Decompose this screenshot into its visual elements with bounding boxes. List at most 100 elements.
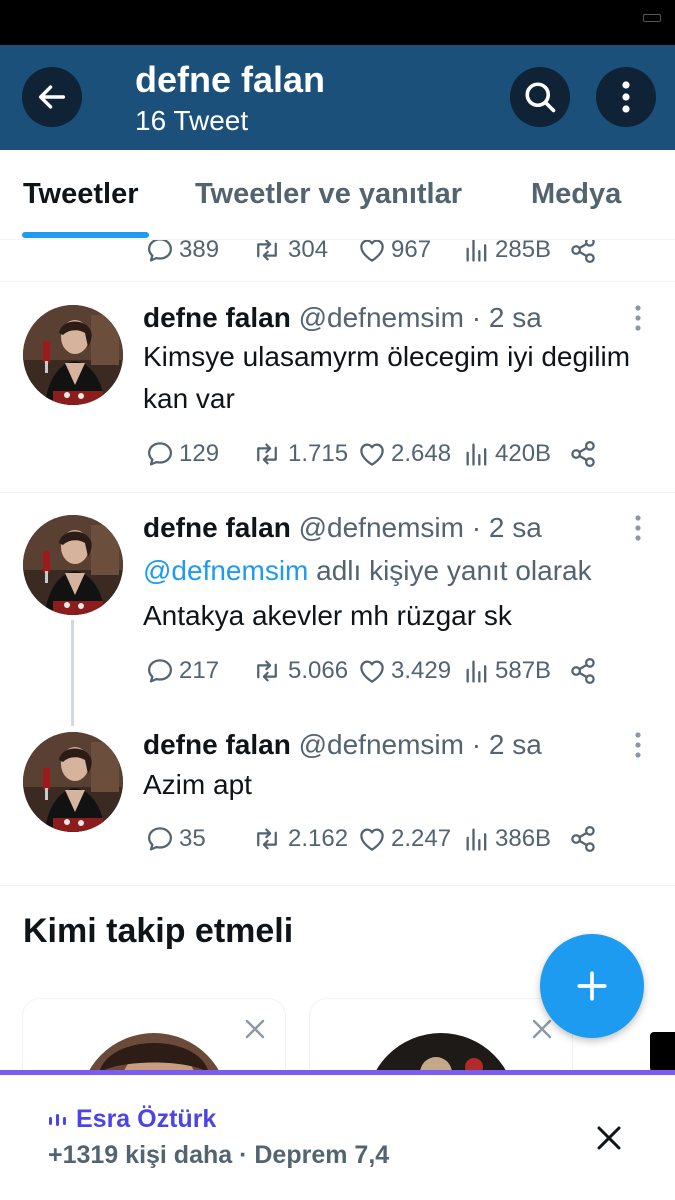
comment-icon xyxy=(145,439,175,469)
comment-icon xyxy=(145,824,175,854)
back-button[interactable] xyxy=(22,67,82,127)
retweet-count: 1.715 xyxy=(288,440,349,467)
more-vertical-icon[interactable] xyxy=(628,730,648,760)
comment-icon xyxy=(145,240,175,265)
next-card-edge xyxy=(650,1032,675,1072)
divider xyxy=(0,492,675,493)
more-vertical-icon[interactable] xyxy=(628,513,648,543)
close-icon[interactable] xyxy=(530,1017,554,1041)
like-count: 967 xyxy=(391,240,432,263)
view-count: 285B xyxy=(495,240,552,263)
profile-name: defne falan xyxy=(135,59,326,100)
avatar[interactable] xyxy=(23,305,123,405)
status-bar xyxy=(0,0,675,45)
close-icon[interactable] xyxy=(243,1017,267,1041)
author-name[interactable]: defne falan xyxy=(143,512,291,543)
tweet-header: defne falan @defnemsim · 2 sa xyxy=(143,512,542,544)
tweet-time: · 2 sa xyxy=(471,512,542,543)
share-button[interactable] xyxy=(568,819,598,859)
tweet-actions: 35 2.162 2.247 386B xyxy=(145,819,615,859)
retweet-button[interactable]: 304 xyxy=(250,240,328,270)
arrow-left-icon xyxy=(38,85,66,109)
avatar[interactable] xyxy=(23,515,123,615)
retweet-icon xyxy=(250,824,284,854)
tweet-time: · 2 sa xyxy=(471,302,542,333)
retweet-button[interactable]: 1.715 xyxy=(250,434,348,474)
plus-icon xyxy=(577,971,607,1001)
audio-bars-icon xyxy=(49,1113,66,1126)
views-button[interactable]: 386B xyxy=(463,819,551,859)
author-name[interactable]: defne falan xyxy=(143,302,291,333)
close-icon[interactable] xyxy=(594,1123,624,1153)
heart-icon xyxy=(357,439,387,469)
battery-icon xyxy=(643,14,661,22)
tweet-text: Azim apt xyxy=(143,769,252,800)
reply-button[interactable]: 217 xyxy=(145,651,219,691)
views-button[interactable]: 587B xyxy=(463,651,551,691)
section-title: Kimi takip etmeli xyxy=(23,912,294,950)
profile-tabs: Tweetler Tweetler ve yanıtlar Medya xyxy=(0,150,675,240)
heart-icon xyxy=(357,240,387,265)
live-space-bar[interactable]: Esra Öztürk +1319 kişi daha · Deprem 7,4 xyxy=(0,1070,675,1200)
profile-header: defne falan 16 Tweet xyxy=(0,45,675,150)
divider xyxy=(0,885,675,886)
reply-count: 389 xyxy=(179,240,220,263)
share-icon xyxy=(568,824,598,854)
like-count: 3.429 xyxy=(391,657,452,684)
comment-icon xyxy=(145,656,175,686)
retweet-button[interactable]: 2.162 xyxy=(250,819,348,859)
search-button[interactable] xyxy=(510,67,570,127)
tab-medya[interactable]: Medya xyxy=(531,178,621,211)
views-button[interactable]: 285B xyxy=(463,240,551,270)
reply-to-handle-link[interactable]: @defnemsim xyxy=(143,555,308,586)
reply-button[interactable]: 35 xyxy=(145,819,206,859)
retweet-count: 304 xyxy=(288,240,329,263)
view-count: 420B xyxy=(495,440,552,467)
like-button[interactable]: 2.247 xyxy=(357,819,451,859)
views-button[interactable]: 420B xyxy=(463,434,551,474)
retweet-icon xyxy=(250,240,284,265)
reply-count: 217 xyxy=(179,657,220,684)
like-count: 2.648 xyxy=(391,440,452,467)
share-icon xyxy=(568,439,598,469)
author-handle: @defnemsim xyxy=(298,729,464,760)
more-vertical-icon[interactable] xyxy=(628,303,648,333)
tweet-text: Kimsye ulasamyrm ölecegim iyi degilim ka… xyxy=(143,341,631,414)
space-details: +1319 kişi daha · Deprem 7,4 xyxy=(48,1141,390,1169)
share-icon xyxy=(568,240,598,265)
more-options-button[interactable] xyxy=(596,67,656,127)
replying-to: @defnemsim adlı kişiye yanıt olarak xyxy=(143,555,592,587)
view-count: 386B xyxy=(495,825,552,852)
tweet-actions: 217 5.066 3.429 587B xyxy=(145,651,615,691)
avatar[interactable] xyxy=(23,732,123,832)
compose-tweet-button[interactable] xyxy=(540,934,644,1038)
views-icon xyxy=(463,824,491,854)
space-host-name: Esra Öztürk xyxy=(76,1105,217,1133)
reply-button[interactable]: 389 xyxy=(145,240,219,270)
reply-button[interactable]: 129 xyxy=(145,434,219,474)
share-icon xyxy=(568,656,598,686)
views-icon xyxy=(463,656,491,686)
tweet-actions: 389 304 967 285B xyxy=(145,240,615,270)
share-button[interactable] xyxy=(568,240,598,270)
like-button[interactable]: 3.429 xyxy=(357,651,451,691)
share-button[interactable] xyxy=(568,434,598,474)
retweet-count: 2.162 xyxy=(288,825,349,852)
heart-icon xyxy=(357,656,387,686)
partial-tweet: 389 304 967 285B xyxy=(0,240,675,282)
tweet-text: Antakya akevler mh rüzgar sk xyxy=(143,600,512,631)
retweet-button[interactable]: 5.066 xyxy=(250,651,348,691)
author-name[interactable]: defne falan xyxy=(143,729,291,760)
like-button[interactable]: 967 xyxy=(357,240,431,270)
author-handle: @defnemsim xyxy=(298,512,464,543)
heart-icon xyxy=(357,824,387,854)
tab-tweetler-ve-yanitlar[interactable]: Tweetler ve yanıtlar xyxy=(195,178,462,211)
tab-tweetler[interactable]: Tweetler xyxy=(23,178,139,211)
retweet-icon xyxy=(250,656,284,686)
share-button[interactable] xyxy=(568,651,598,691)
tweet-header: defne falan @defnemsim · 2 sa xyxy=(143,729,542,761)
like-button[interactable]: 2.648 xyxy=(357,434,451,474)
like-count: 2.247 xyxy=(391,825,452,852)
reply-to-label: adlı kişiye yanıt olarak xyxy=(308,555,592,586)
views-icon xyxy=(463,439,491,469)
